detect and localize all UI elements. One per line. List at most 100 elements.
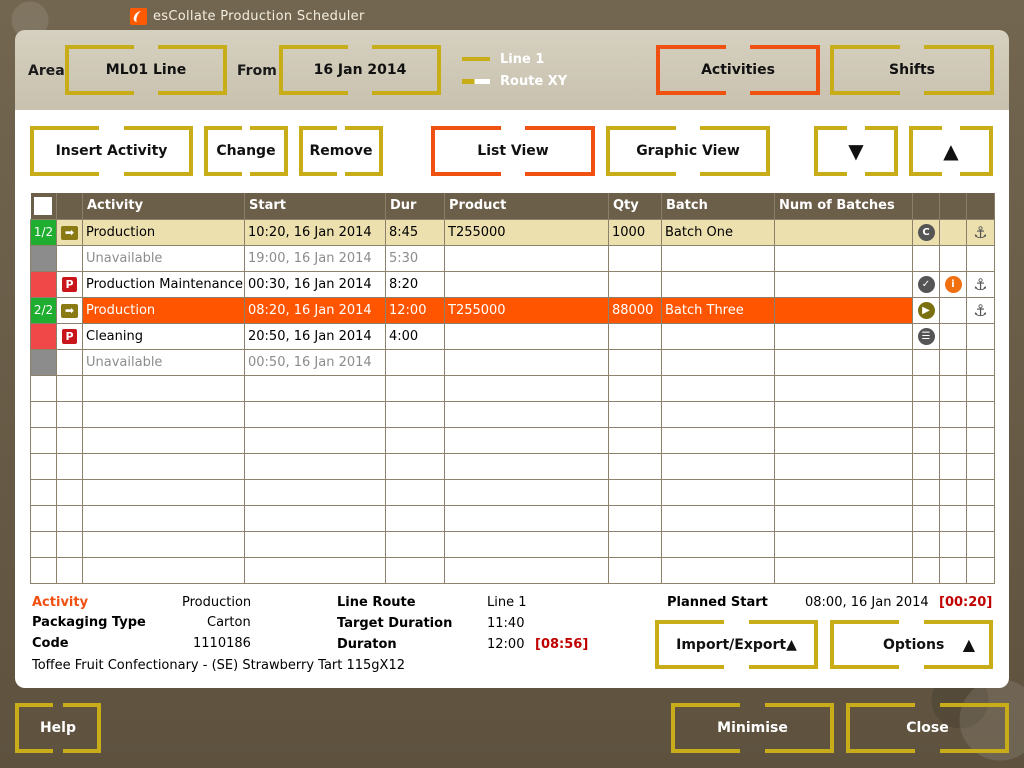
anchor-icon[interactable]: ⚓	[973, 223, 987, 242]
target-duration-label: Target Duration	[337, 616, 453, 631]
empty-cell	[82, 374, 245, 402]
empty-cell	[444, 556, 609, 584]
shifts-button[interactable]: Shifts	[830, 45, 994, 95]
graphic-view-button[interactable]: Graphic View	[606, 126, 770, 176]
info-cell: i	[939, 270, 967, 298]
packaging-type-value: Carton	[207, 615, 251, 630]
empty-cell	[30, 504, 57, 532]
select-all-checkbox-cell[interactable]	[30, 193, 57, 219]
empty-cell	[82, 452, 245, 480]
planned-start-delta: [00:20]	[939, 595, 993, 610]
empty-cell	[939, 426, 967, 454]
table-row[interactable]: 1/2 ➡ Production 10:20, 16 Jan 2014 8:45…	[30, 218, 995, 246]
check-icon[interactable]: ✓	[917, 275, 935, 293]
arrow-right-icon: ➡	[61, 303, 78, 318]
options-button[interactable]: Options ▲	[830, 620, 993, 669]
area-selector-button[interactable]: ML01 Line	[65, 45, 227, 95]
legend-route-label: Route XY	[500, 73, 568, 89]
play-icon[interactable]: ▶	[917, 301, 935, 319]
empty-cell	[444, 530, 609, 558]
select-all-checkbox[interactable]	[33, 196, 52, 215]
empty-row	[30, 530, 995, 558]
empty-cell	[939, 400, 967, 428]
move-up-button[interactable]: ▲	[909, 126, 993, 176]
from-date-button[interactable]: 16 Jan 2014	[279, 45, 441, 95]
change-button[interactable]: Change	[204, 126, 288, 176]
empty-cell	[608, 504, 662, 532]
insert-activity-button[interactable]: Insert Activity	[30, 126, 193, 176]
batch-cell	[661, 322, 775, 350]
dur-cell	[385, 348, 445, 376]
list-icon[interactable]: ☰	[917, 327, 935, 345]
empty-cell	[774, 426, 913, 454]
legend-line-label: Line 1	[500, 51, 545, 67]
legend-line: Line 1	[462, 48, 567, 70]
move-down-button[interactable]: ▼	[814, 126, 898, 176]
table-row[interactable]: Unavailable 19:00, 16 Jan 2014 5:30	[30, 244, 995, 272]
start-cell: 10:20, 16 Jan 2014	[244, 218, 386, 246]
empty-cell	[385, 504, 445, 532]
help-button[interactable]: Help	[15, 703, 101, 753]
header-activity[interactable]: Activity	[82, 193, 245, 219]
start-cell: 19:00, 16 Jan 2014	[244, 244, 386, 272]
table-row[interactable]: 2/2 ➡ Production 08:20, 16 Jan 2014 12:0…	[30, 296, 995, 324]
sequence-cell: 2/2	[30, 296, 57, 324]
header-start[interactable]: Start	[244, 193, 386, 219]
header-dur[interactable]: Dur	[385, 193, 445, 219]
anchor-cell: ⚓	[966, 296, 995, 324]
empty-cell	[939, 452, 967, 480]
anchor-cell: ⚓	[966, 270, 995, 298]
table-row[interactable]: Unavailable 00:50, 16 Jan 2014	[30, 348, 995, 376]
area-label: Area	[28, 63, 65, 79]
empty-cell	[661, 400, 775, 428]
header-batch[interactable]: Batch	[661, 193, 775, 219]
activity-cell: Cleaning	[82, 322, 245, 350]
empty-cell	[244, 530, 386, 558]
empty-cell	[385, 556, 445, 584]
activity-cell: Unavailable	[82, 244, 245, 272]
empty-row	[30, 478, 995, 506]
list-view-button[interactable]: List View	[431, 126, 595, 176]
activities-button[interactable]: Activities	[656, 45, 820, 95]
packaging-type-label: Packaging Type	[32, 615, 146, 630]
table-row[interactable]: P Production Maintenance 00:30, 16 Jan 2…	[30, 270, 995, 298]
dur-cell: 4:00	[385, 322, 445, 350]
empty-cell	[774, 452, 913, 480]
remove-button[interactable]: Remove	[299, 126, 383, 176]
qty-cell	[608, 244, 662, 272]
empty-cell	[30, 478, 57, 506]
minimise-button[interactable]: Minimise	[671, 703, 834, 753]
anchor-cell: ⚓	[966, 218, 995, 246]
empty-cell	[608, 452, 662, 480]
empty-cell	[661, 426, 775, 454]
empty-cell	[385, 426, 445, 454]
header-product[interactable]: Product	[444, 193, 609, 219]
header-num-batches[interactable]: Num of Batches	[774, 193, 913, 219]
changeover-icon[interactable]: C	[917, 223, 935, 241]
activity-cell: Production	[82, 218, 245, 246]
anchor-icon[interactable]: ⚓	[973, 275, 987, 294]
sequence-cell	[30, 270, 57, 298]
import-export-button[interactable]: Import/Export▲	[655, 620, 818, 669]
anchor-icon[interactable]: ⚓	[973, 301, 987, 320]
close-button[interactable]: Close	[846, 703, 1009, 753]
start-cell: 08:20, 16 Jan 2014	[244, 296, 386, 324]
planned-start-value: 08:00, 16 Jan 2014	[805, 595, 929, 610]
empty-cell	[82, 556, 245, 584]
empty-row	[30, 374, 995, 402]
empty-cell	[30, 374, 57, 402]
header-qty[interactable]: Qty	[608, 193, 662, 219]
empty-cell	[661, 478, 775, 506]
empty-cell	[82, 530, 245, 558]
anchor-cell	[966, 244, 995, 272]
empty-cell	[56, 452, 83, 480]
duration-label: Duraton	[337, 637, 397, 652]
info-icon[interactable]: i	[944, 275, 962, 293]
empty-row	[30, 400, 995, 428]
empty-cell	[56, 478, 83, 506]
empty-cell	[661, 374, 775, 402]
empty-cell	[774, 556, 913, 584]
table-row[interactable]: P Cleaning 20:50, 16 Jan 2014 4:00 ☰	[30, 322, 995, 350]
planned-start-label: Planned Start	[667, 595, 768, 610]
empty-cell	[56, 504, 83, 532]
